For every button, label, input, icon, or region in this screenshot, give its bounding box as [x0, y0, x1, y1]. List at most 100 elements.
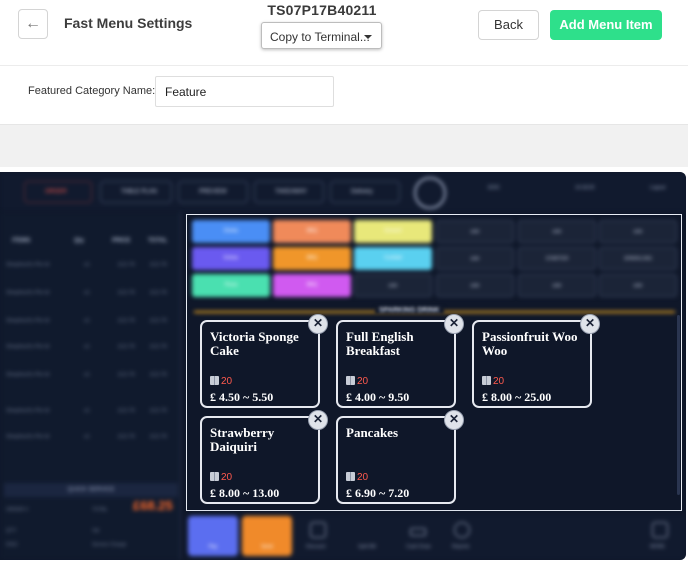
category-button: Drinks	[192, 220, 270, 243]
box-icon	[210, 472, 219, 481]
pos-tab-table-plan: TABLE PLAN	[100, 181, 172, 203]
search-icon	[414, 177, 446, 209]
copy-to-terminal-select[interactable]: Copy to Terminal...	[261, 22, 382, 49]
scrollbar[interactable]	[677, 315, 680, 495]
split-bill-label: Split Bill	[358, 544, 376, 550]
send-button: Send	[242, 516, 292, 556]
order-cell: £12.70	[118, 408, 135, 414]
arrow-left-icon: ←	[25, 15, 41, 32]
remove-item-close-icon[interactable]: ✕	[444, 410, 464, 430]
menu-item-card[interactable]: Strawberry Daiquiri 20 £ 8.00 ~ 13.00 ✕	[200, 410, 328, 504]
box-icon	[346, 472, 355, 481]
menu-item-card[interactable]: Pancakes 20 £ 6.90 ~ 7.20 ✕	[336, 410, 464, 504]
cash-draw-icon	[410, 528, 426, 536]
pos-tab-preview: PREVIEW	[178, 181, 248, 203]
order-cell: Shepherd's Pie Id	[6, 434, 50, 440]
disc-label: DISC	[6, 542, 18, 548]
menu-item-stock: 20	[346, 376, 368, 387]
order-cell: £12.70	[118, 372, 135, 378]
qty-label: QTY	[6, 528, 17, 534]
category-button: BBQ	[273, 220, 351, 243]
order-cell: x1	[84, 408, 90, 414]
featured-category-label: Featured Category Name:	[28, 85, 156, 97]
order-cell: £12.70	[118, 262, 135, 268]
featured-category-input[interactable]	[155, 76, 334, 107]
order-cell: £12.70	[150, 434, 167, 440]
order-cell: £12.70	[118, 434, 135, 440]
add-menu-item-button[interactable]: Add Menu Item	[550, 10, 662, 40]
menu-item-price: £ 8.00 ~ 25.00	[482, 390, 552, 404]
category-button: side	[436, 247, 514, 270]
more-label: MORE	[650, 544, 665, 550]
box-icon	[346, 376, 355, 385]
menu-item-stock-value: 20	[493, 376, 505, 387]
remove-item-close-icon[interactable]: ✕	[444, 314, 464, 334]
remove-item-close-icon[interactable]: ✕	[308, 314, 328, 334]
category-button: STARTER	[518, 247, 596, 270]
order-number-label: ORDER #	[6, 507, 29, 513]
remove-item-close-icon[interactable]: ✕	[308, 410, 328, 430]
menu-item-stock: 20	[346, 472, 368, 483]
fast-menu-settings-page: ← Fast Menu Settings TS07P17B40211 Copy …	[0, 0, 688, 564]
order-cell: x1	[84, 290, 90, 296]
pos-order-panel: ITEMS Qty PRICE TOTAL Shepherd's Pie Id x…	[0, 212, 181, 560]
category-button: side	[599, 220, 677, 243]
category-button: side	[518, 274, 596, 297]
category-button: side	[436, 274, 514, 297]
category-button: Cocktail	[354, 247, 432, 270]
pos-topbar: ORDER TABLE PLAN PREVIEW TAKEAWAY Delive…	[0, 172, 686, 212]
menu-item-stock-value: 20	[357, 376, 369, 387]
menu-item-card[interactable]: Full English Breakfast 20 £ 4.00 ~ 9.50 ✕	[336, 314, 464, 408]
category-button: Dessert	[354, 220, 432, 243]
menu-item-price: £ 8.00 ~ 13.00	[210, 486, 280, 500]
category-button: SPARKLING	[599, 247, 677, 270]
discount-icon	[310, 522, 326, 538]
discount-label: Discount	[306, 544, 326, 550]
menu-item-price: £ 4.00 ~ 9.50	[346, 390, 410, 404]
pos-tab-delivery: Delivery	[330, 181, 400, 203]
menu-item-price: £ 4.50 ~ 5.50	[210, 390, 274, 404]
page-title: Fast Menu Settings	[64, 15, 193, 31]
order-header-items: ITEMS	[12, 238, 31, 244]
menu-item-stock-value: 20	[221, 472, 233, 483]
total-value: £68.25	[133, 498, 173, 513]
back-button[interactable]: Back	[478, 10, 539, 40]
menu-item-name: Victoria Sponge Cake	[210, 329, 299, 358]
order-cell: £12.70	[118, 290, 135, 296]
order-cell: £12.70	[150, 290, 167, 296]
order-cell: x1	[84, 318, 90, 324]
order-cell: £12.70	[150, 262, 167, 268]
order-cell: £12.70	[150, 344, 167, 350]
category-button: side	[354, 274, 432, 297]
section-title: SPARKING DRINK	[375, 307, 444, 314]
order-cell: x1	[84, 372, 90, 378]
category-button: Pizza	[192, 274, 270, 297]
remove-item-close-icon[interactable]: ✕	[580, 314, 600, 334]
category-button: side	[518, 220, 596, 243]
menu-item-name: Strawberry Daiquiri	[210, 425, 275, 454]
pos-bottom-bar: Pay Send Discount Split Bill Cash Draw R…	[186, 514, 686, 560]
order-cell: £12.70	[118, 318, 135, 324]
reports-label: Reports	[452, 544, 470, 550]
total-label: TOTAL	[92, 507, 108, 513]
reports-icon	[454, 522, 470, 538]
pos-topbar-logout: Logout	[650, 185, 666, 191]
back-arrow-button[interactable]: ←	[18, 9, 48, 39]
cash-draw-label: Cash Draw	[406, 544, 431, 550]
menu-item-card[interactable]: Victoria Sponge Cake 20 £ 4.50 ~ 5.50 ✕	[200, 314, 328, 408]
order-header-price: PRICE	[112, 238, 131, 244]
menu-item-stock-value: 20	[221, 376, 233, 387]
service-charge-label: Service Charge	[92, 542, 127, 548]
category-button: BBQ	[273, 247, 351, 270]
box-icon	[210, 376, 219, 385]
pos-tab-order: ORDER	[24, 181, 92, 203]
order-header-qty: Qty	[74, 238, 85, 244]
pos-topbar-time: 14:18:20	[575, 185, 595, 191]
menu-item-name: Pancakes	[346, 425, 398, 440]
order-cell: Shepherd's Pie Id	[6, 372, 50, 378]
pay-button: Pay	[188, 516, 238, 556]
pos-preview: ORDER TABLE PLAN PREVIEW TAKEAWAY Delive…	[0, 172, 686, 560]
menu-item-stock: 20	[482, 376, 504, 387]
category-button: side	[599, 274, 677, 297]
menu-item-card[interactable]: Passionfruit Woo Woo 20 £ 8.00 ~ 25.00 ✕	[472, 314, 600, 408]
